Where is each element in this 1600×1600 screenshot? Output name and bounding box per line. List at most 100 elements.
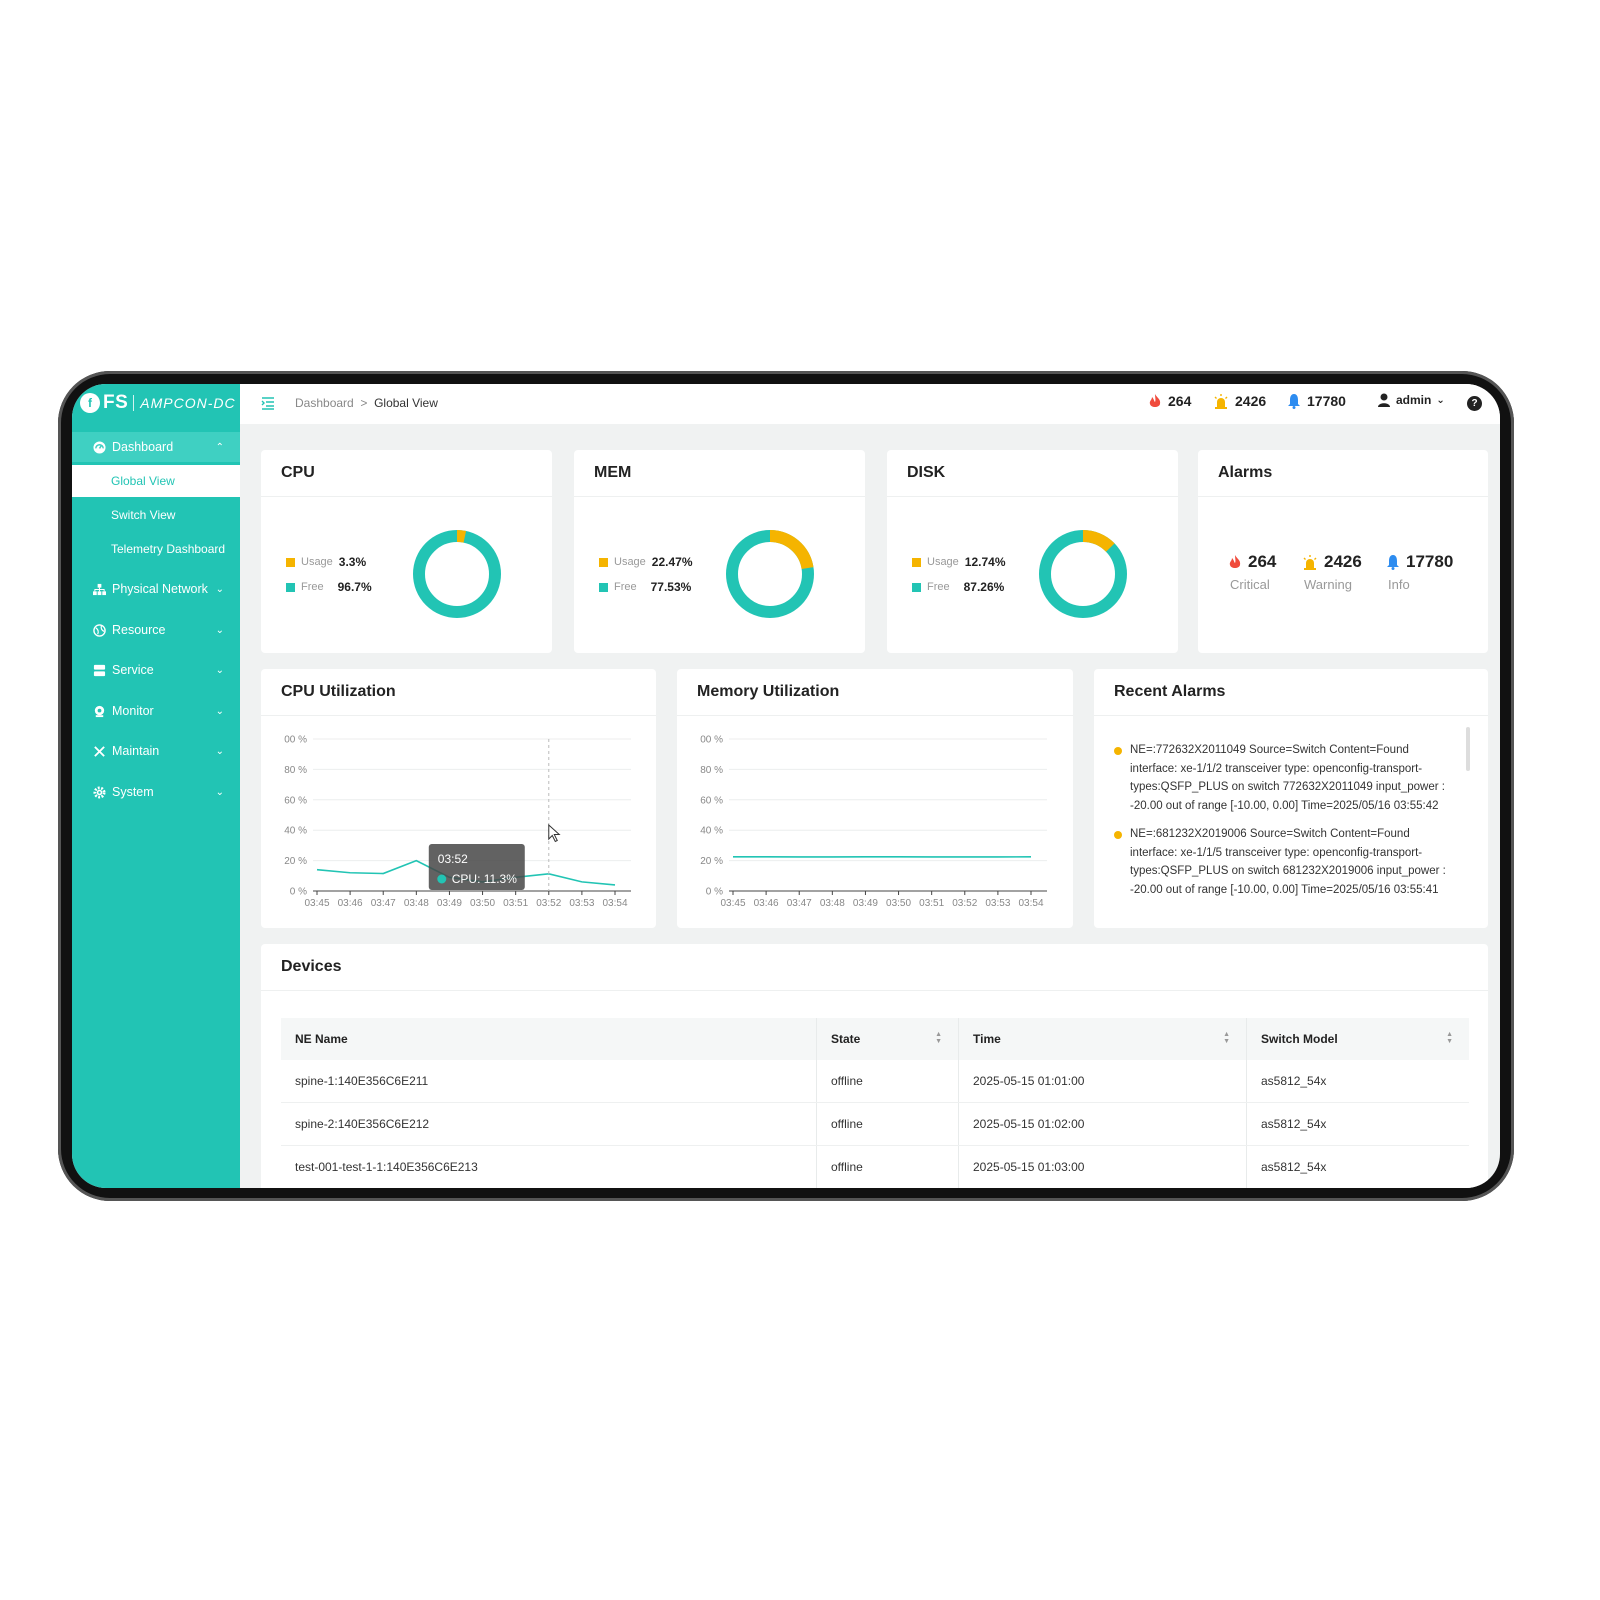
x-tick-label: 03:54 xyxy=(602,898,627,909)
brand-name: FS xyxy=(103,392,129,413)
bell-icon xyxy=(1387,555,1399,570)
sidebar-item-label: Dashboard xyxy=(112,440,174,454)
y-tick-label: 60 % xyxy=(700,795,723,806)
tools-icon xyxy=(92,744,106,758)
menu-toggle-icon[interactable] xyxy=(261,396,275,410)
x-tick-label: 03:47 xyxy=(371,898,396,909)
x-tick-label: 03:53 xyxy=(569,898,594,909)
devices-table: NE Name State ▲ ▼ Time ▲ ▼ Switch Model ▲ ▼ sp… xyxy=(281,1018,1469,1188)
alarms-card: Alarms 264 Critical 2426 Warning 17780 I… xyxy=(1198,450,1488,653)
sidebar-item-system[interactable]: System ⌄ xyxy=(72,777,240,807)
header-info-count[interactable]: 17780 xyxy=(1287,393,1346,409)
sort-icon[interactable]: ▲ ▼ xyxy=(1446,1031,1453,1045)
header-warning-count[interactable]: 2426 xyxy=(1213,393,1266,409)
app-screen: f FS AMPCON-DC Dashboard ⌃ Global View S… xyxy=(72,384,1500,1188)
card-title: CPU xyxy=(281,464,315,481)
usage-legend: Usage 12.74% xyxy=(912,555,1006,569)
column-header-switch-model[interactable]: Switch Model ▲ ▼ xyxy=(1246,1018,1469,1060)
header-critical-count[interactable]: 264 xyxy=(1148,393,1191,409)
sidebar-sub-switch-view[interactable]: Switch View xyxy=(72,499,240,531)
devices-card: Devices NE Name State ▲ ▼ Time ▲ ▼ Switch Mo… xyxy=(261,944,1488,1188)
breadcrumb-root[interactable]: Dashboard xyxy=(295,396,354,410)
x-tick-label: 03:49 xyxy=(853,898,878,909)
y-tick-label: 0 % xyxy=(290,887,307,898)
list-item[interactable]: NE=:772632X2011049 Source=Switch Content… xyxy=(1114,741,1454,815)
logo: f FS AMPCON-DC xyxy=(80,390,236,416)
chevron-down-icon: ⌄ xyxy=(215,705,224,717)
top-header: Dashboard > Global View 264 2426 17780 a… xyxy=(240,384,1500,424)
tooltip-value: CPU: 11.3% xyxy=(452,872,517,886)
x-tick-label: 03:45 xyxy=(304,898,329,909)
alarm-warning[interactable]: 2426 Warning xyxy=(1302,552,1362,592)
chevron-down-icon: ⌄ xyxy=(215,624,224,636)
card-title: MEM xyxy=(594,464,632,481)
alarm-info[interactable]: 17780 Info xyxy=(1386,552,1453,592)
sidebar-item-dashboard[interactable]: Dashboard ⌃ xyxy=(72,432,240,462)
x-tick-label: 03:49 xyxy=(437,898,462,909)
user-menu[interactable]: admin ⌄ xyxy=(1378,393,1445,407)
usage-legend: Usage 3.3% xyxy=(286,555,366,569)
chevron-down-icon: ⌄ xyxy=(215,664,224,676)
free-slice xyxy=(413,530,501,618)
sidebar-item-resource[interactable]: Resource ⌄ xyxy=(72,615,240,645)
sidebar: f FS AMPCON-DC Dashboard ⌃ Global View S… xyxy=(72,384,240,1188)
free-legend: Free 96.7% xyxy=(286,580,372,594)
sidebar-item-monitor[interactable]: Monitor ⌄ xyxy=(72,696,240,726)
y-tick-label: 20 % xyxy=(700,856,723,867)
table-row[interactable]: spine-1:140E356C6E211 offline 2025-05-15… xyxy=(281,1060,1469,1103)
warning-light-icon xyxy=(1214,394,1228,409)
x-tick-label: 03:51 xyxy=(503,898,528,909)
sort-icon[interactable]: ▲ ▼ xyxy=(1223,1031,1230,1045)
server-icon xyxy=(92,663,106,677)
breadcrumb-current: Global View xyxy=(374,396,438,410)
column-header-time[interactable]: Time ▲ ▼ xyxy=(958,1018,1247,1060)
y-tick-label: 40 % xyxy=(284,826,307,837)
disk-card: DISK Usage 12.74% Free 87.26% xyxy=(887,450,1178,653)
network-icon xyxy=(92,582,106,596)
warning-light-icon xyxy=(1303,555,1317,570)
column-header-state[interactable]: State ▲ ▼ xyxy=(816,1018,959,1060)
x-tick-label: 03:51 xyxy=(919,898,944,909)
cpu-card: CPU Usage 3.3% Free 96.7% xyxy=(261,450,552,653)
warning-dot-icon xyxy=(1114,747,1122,755)
breadcrumb: Dashboard > Global View xyxy=(295,396,438,410)
gear-icon xyxy=(92,785,106,799)
y-tick-label: 20 % xyxy=(284,856,307,867)
tooltip-time: 03:52 xyxy=(438,852,468,866)
mouse-cursor-icon xyxy=(548,823,561,843)
table-row[interactable]: spine-2:140E356C6E212 offline 2025-05-15… xyxy=(281,1102,1469,1146)
x-tick-label: 03:53 xyxy=(985,898,1010,909)
column-header-ne-name[interactable]: NE Name xyxy=(281,1018,817,1060)
sidebar-sub-global-view[interactable]: Global View xyxy=(72,465,240,497)
memory-utilization-card: Memory Utilization 00 % 80 % 60 % 40 % 20 % 0… xyxy=(677,669,1073,928)
y-tick-label: 0 % xyxy=(706,887,723,898)
sidebar-item-service[interactable]: Service ⌄ xyxy=(72,655,240,685)
table-row[interactable]: test-001-test-1-1:140E356C6E213 offline … xyxy=(281,1145,1469,1188)
y-tick-label: 40 % xyxy=(700,826,723,837)
chart-tooltip: 03:52 CPU: 11.3% xyxy=(428,844,525,890)
cpu-line-chart: 00 % 80 % 60 % 40 % 20 % 0 %03:45 03:46 03:47 03… xyxy=(284,735,631,909)
x-tick-label: 03:54 xyxy=(1018,898,1043,909)
sort-icon[interactable]: ▲ ▼ xyxy=(935,1031,942,1045)
scrollbar[interactable] xyxy=(1466,727,1470,771)
free-legend: Free 77.53% xyxy=(599,580,691,594)
list-item[interactable]: NE=:681232X2019006 Source=Switch Content… xyxy=(1114,825,1454,899)
y-tick-label: 60 % xyxy=(284,795,307,806)
x-tick-label: 03:46 xyxy=(338,898,363,909)
y-tick-label: 00 % xyxy=(700,735,723,746)
alarm-critical[interactable]: 264 Critical xyxy=(1228,552,1276,592)
monitor-icon xyxy=(92,704,106,718)
card-title: Devices xyxy=(281,958,342,975)
x-tick-label: 03:45 xyxy=(720,898,745,909)
mem-card: MEM Usage 22.47% Free 77.53% xyxy=(574,450,865,653)
x-tick-label: 03:52 xyxy=(536,898,561,909)
globe-icon xyxy=(92,623,106,637)
disk-donut-chart xyxy=(1039,530,1127,618)
product-name: AMPCON-DC xyxy=(140,395,236,411)
help-icon[interactable]: ? xyxy=(1467,396,1482,411)
fs-logo-icon: f xyxy=(80,393,100,413)
sidebar-item-physical-network[interactable]: Physical Network ⌄ xyxy=(72,574,240,604)
sidebar-item-maintain[interactable]: Maintain ⌄ xyxy=(72,736,240,766)
sidebar-sub-telemetry-dashboard[interactable]: Telemetry Dashboard xyxy=(72,533,240,565)
usage-legend: Usage 22.47% xyxy=(599,555,693,569)
